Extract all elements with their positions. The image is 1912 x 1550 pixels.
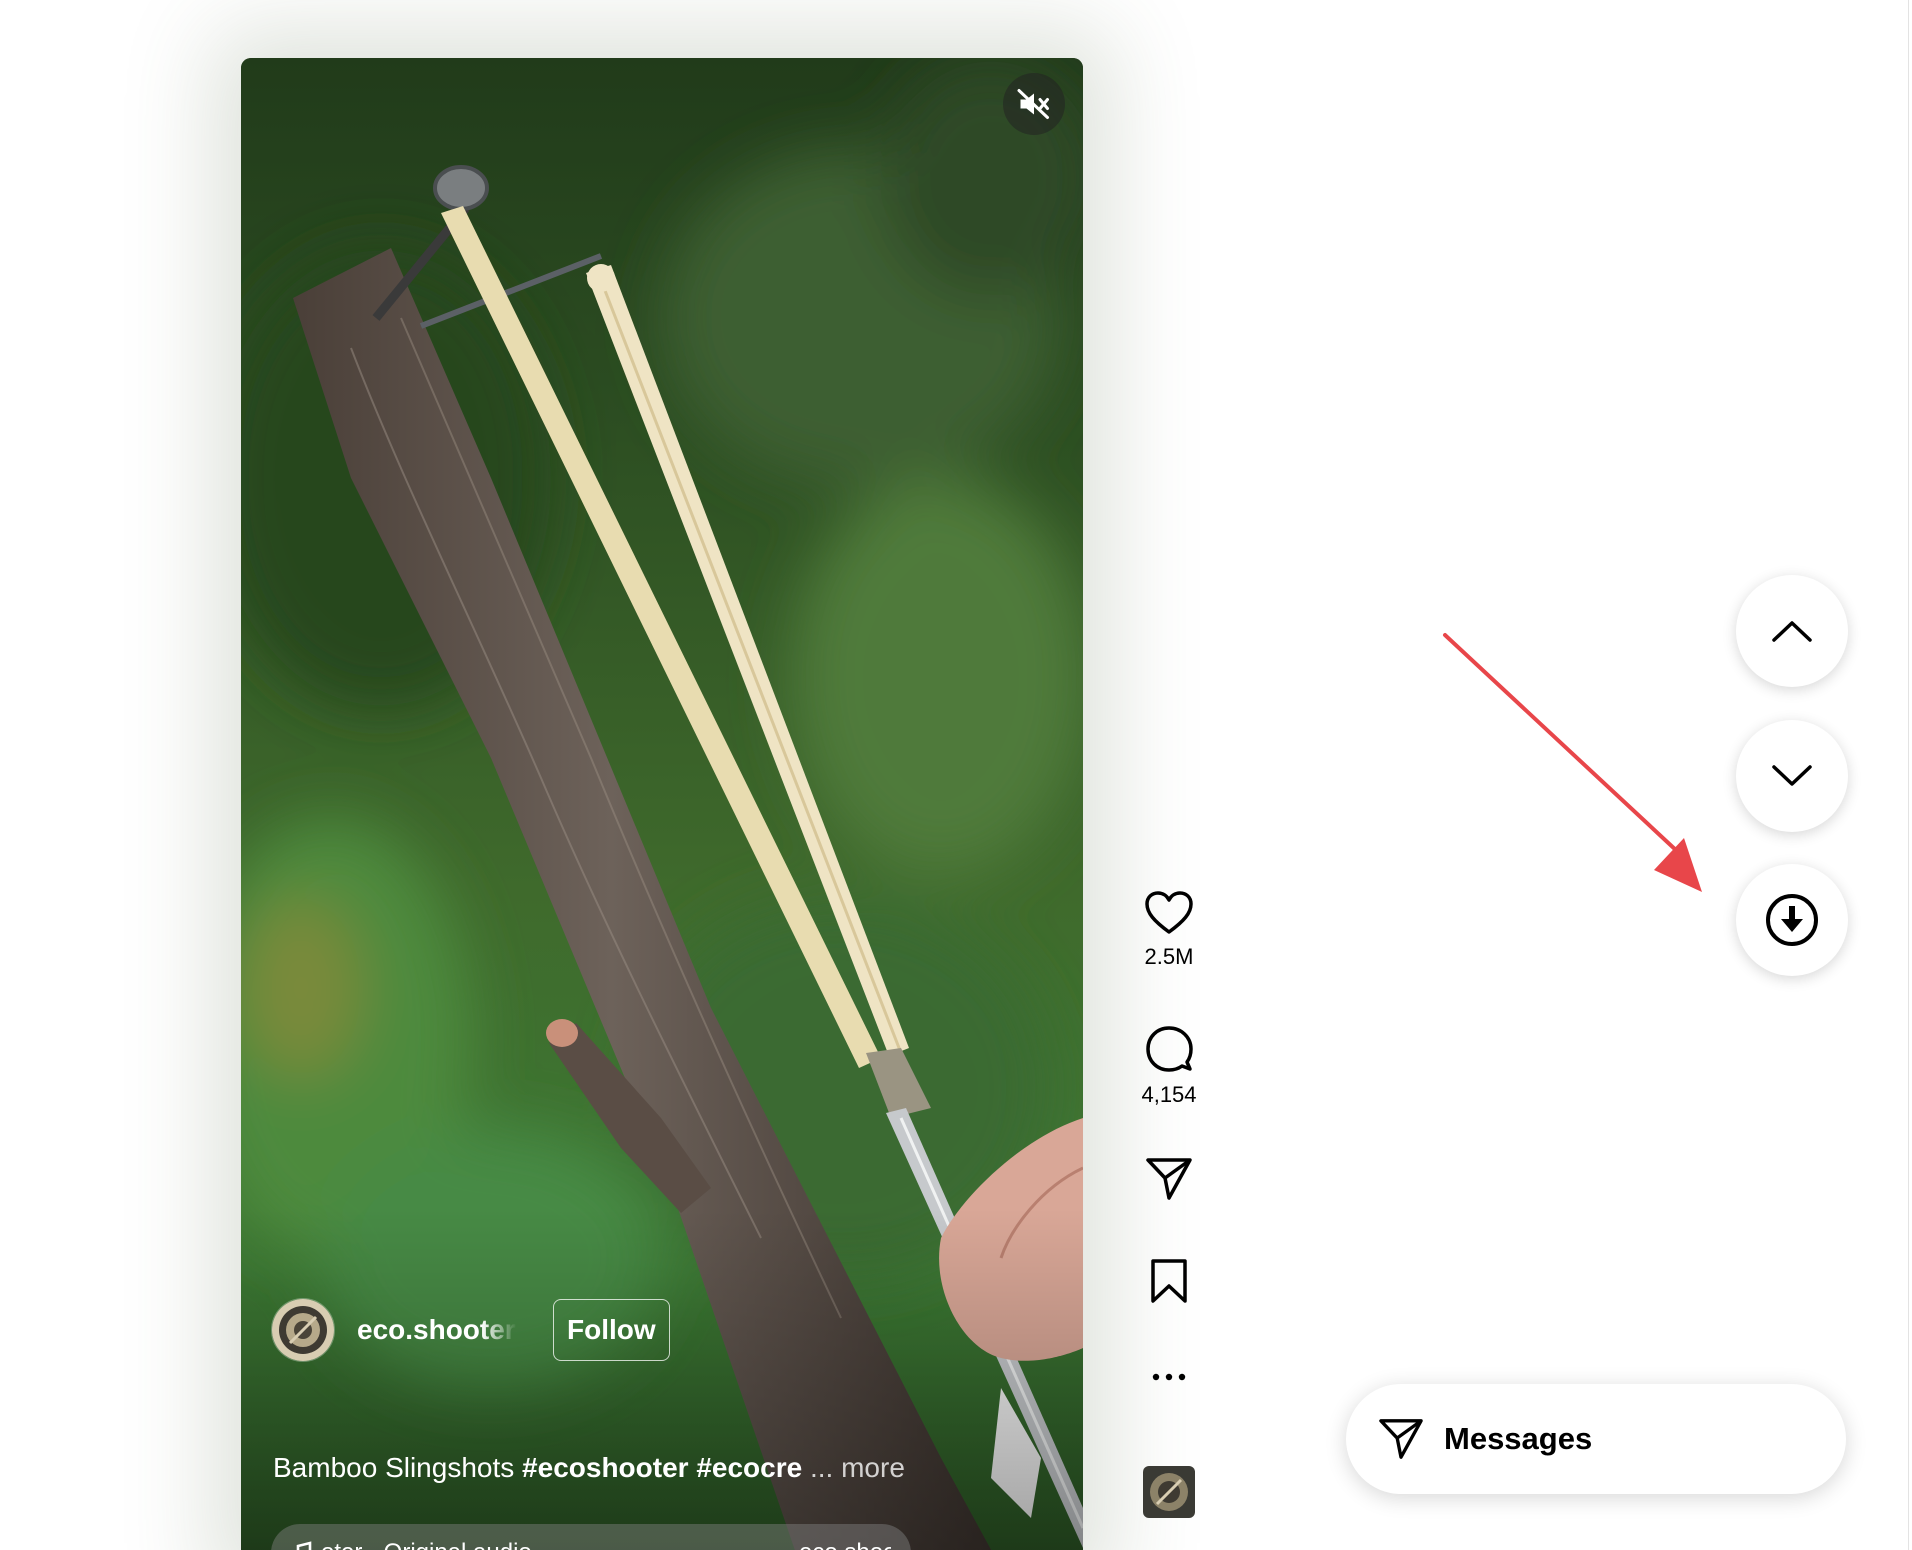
next-reel-button[interactable] bbox=[1736, 720, 1848, 832]
messages-label: Messages bbox=[1444, 1421, 1593, 1456]
reels-page: eco.shooter Follow Bamboo Slingshots #ec… bbox=[0, 0, 1912, 1550]
page-divider bbox=[1908, 0, 1909, 1550]
messages-button[interactable]: Messages bbox=[1346, 1384, 1846, 1494]
caption-text: Bamboo Slingshots bbox=[273, 1452, 523, 1483]
previous-reel-button[interactable] bbox=[1736, 575, 1848, 687]
audio-username: eco.shooter bbox=[799, 1539, 891, 1550]
follow-button[interactable]: Follow bbox=[553, 1299, 670, 1361]
caption-ellipsis: ... bbox=[802, 1452, 842, 1483]
like-button[interactable]: 2.5M bbox=[1128, 890, 1210, 970]
mute-button[interactable] bbox=[1003, 73, 1065, 135]
save-button[interactable] bbox=[1128, 1258, 1210, 1304]
caption-more-link[interactable]: more bbox=[841, 1452, 905, 1483]
speaker-muted-icon bbox=[1016, 86, 1052, 122]
reel-video[interactable]: eco.shooter Follow Bamboo Slingshots #ec… bbox=[241, 58, 1083, 1550]
caption-hashtags[interactable]: #ecoshooter #ecocre bbox=[522, 1452, 802, 1483]
chevron-up-icon bbox=[1771, 619, 1813, 643]
more-horizontal-icon bbox=[1152, 1372, 1186, 1382]
download-button[interactable] bbox=[1736, 864, 1848, 976]
avatar[interactable] bbox=[271, 1298, 335, 1362]
caption: Bamboo Slingshots #ecoshooter #ecocre ..… bbox=[273, 1452, 905, 1484]
comment-icon bbox=[1144, 1024, 1194, 1074]
audio-thumbnail[interactable] bbox=[1143, 1466, 1195, 1518]
author-username[interactable]: eco.shooter bbox=[357, 1314, 517, 1346]
share-button[interactable] bbox=[1128, 1156, 1210, 1202]
paper-plane-icon bbox=[1145, 1156, 1193, 1202]
comment-button[interactable]: 4,154 bbox=[1128, 1024, 1210, 1108]
more-options-button[interactable] bbox=[1128, 1372, 1210, 1382]
like-count: 2.5M bbox=[1144, 944, 1194, 969]
comment-count: 4,154 bbox=[1141, 1082, 1197, 1107]
annotation-arrow bbox=[1443, 633, 1702, 892]
chevron-down-icon bbox=[1771, 764, 1813, 788]
heart-icon bbox=[1144, 890, 1194, 936]
bookmark-icon bbox=[1149, 1258, 1189, 1304]
audio-title: oter · Original audio bbox=[321, 1539, 532, 1550]
download-circle-icon bbox=[1764, 892, 1820, 948]
audio-pill[interactable]: oter · Original audio eco.shooter bbox=[271, 1524, 911, 1550]
music-note-icon bbox=[291, 1541, 313, 1550]
paper-plane-icon bbox=[1378, 1417, 1424, 1461]
author-row: eco.shooter Follow bbox=[271, 1298, 670, 1362]
